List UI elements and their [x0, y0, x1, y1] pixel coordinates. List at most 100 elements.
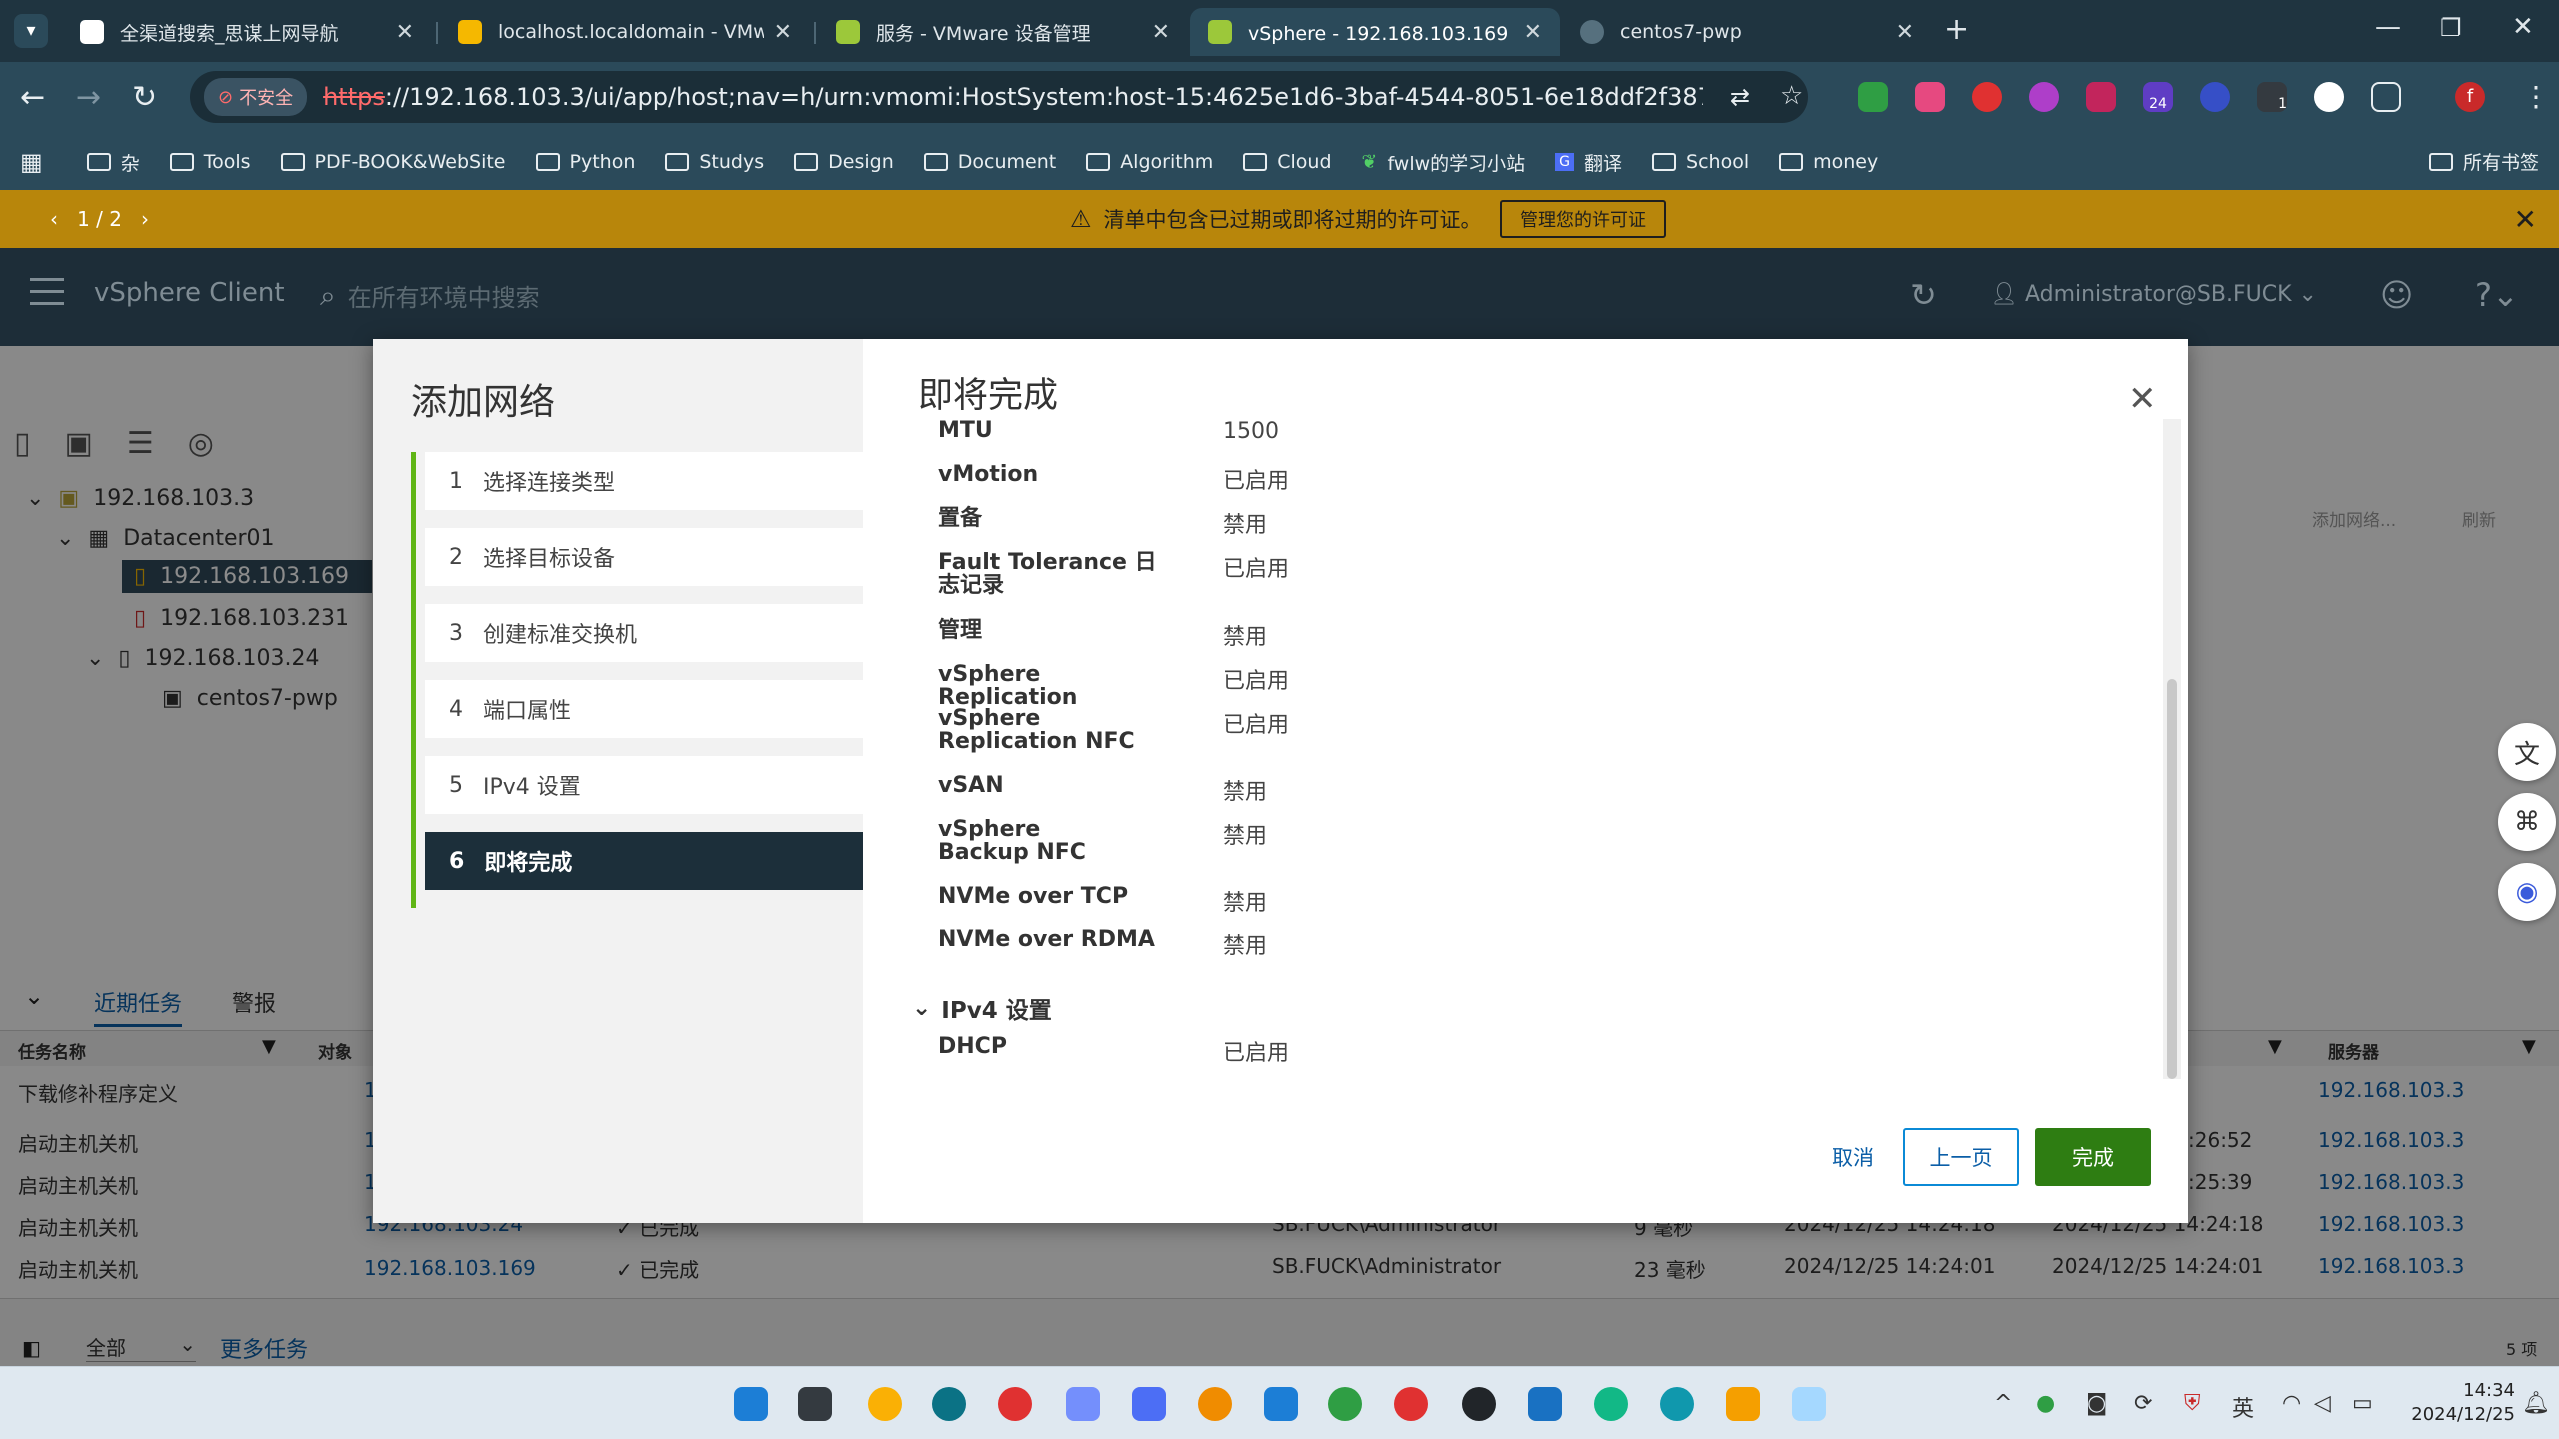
browser-tab-0[interactable]: 全渠道搜索_思谋上网导航 ✕	[62, 8, 432, 56]
url-text[interactable]: https://192.168.103.3/ui/app/host;nav=h/…	[323, 83, 1703, 111]
wechat-icon[interactable]	[1328, 1387, 1362, 1421]
apps-grid-icon[interactable]: ▦	[20, 148, 43, 176]
notification-bell-icon[interactable]: 🔔︎	[2522, 1391, 2550, 1416]
bookmark-3[interactable]: Python	[535, 151, 635, 173]
app-monitor-icon[interactable]	[1792, 1387, 1826, 1421]
summary-scrollbar[interactable]	[2163, 419, 2181, 1079]
extension-badge-icon[interactable]: 24	[2143, 82, 2173, 112]
tray-wechat-icon[interactable]: ●	[2036, 1391, 2055, 1416]
close-tab-icon[interactable]: ✕	[1524, 20, 1542, 45]
scrollbar-thumb[interactable]	[2167, 679, 2177, 1079]
windows-start-icon[interactable]	[734, 1387, 768, 1421]
close-tab-icon[interactable]: ✕	[1896, 20, 1914, 45]
bookmark-12[interactable]: money	[1779, 151, 1878, 173]
app-pinwheel-icon[interactable]	[868, 1387, 902, 1421]
step-2[interactable]: 2 选择目标设备	[425, 528, 863, 586]
bookmark-10[interactable]: G 翻译	[1555, 149, 1622, 176]
volume-icon[interactable]: ◁	[2314, 1391, 2331, 1416]
search-app-icon[interactable]	[1198, 1387, 1232, 1421]
app-star-icon[interactable]	[1264, 1387, 1298, 1421]
app-x-icon[interactable]	[1594, 1387, 1628, 1421]
extension-mail-icon[interactable]: 1	[2257, 82, 2287, 112]
extension-block-icon[interactable]	[2314, 82, 2344, 112]
bookmark-4[interactable]: Studys	[665, 151, 764, 173]
tray-shield-icon[interactable]: ⛨	[2184, 1391, 2201, 1416]
previous-button[interactable]: 上一页	[1903, 1128, 2019, 1186]
more-menu-icon[interactable]: ⋮	[2522, 80, 2550, 113]
extensions-puzzle-icon[interactable]	[2371, 82, 2401, 112]
restore-button[interactable]: ❐	[2440, 14, 2462, 42]
wifi-icon[interactable]: ◠	[2282, 1391, 2301, 1416]
bookmark-9[interactable]: ❦ fwlw的学习小站	[1362, 149, 1526, 176]
bookmark-11[interactable]: School	[1652, 151, 1749, 173]
forward-button[interactable]: →	[76, 80, 101, 115]
apps-float-icon[interactable]: ⌘	[2498, 793, 2556, 851]
task-view-icon[interactable]	[798, 1387, 832, 1421]
translate-float-icon[interactable]: 文	[2498, 723, 2556, 781]
netease-music-icon[interactable]	[1394, 1387, 1428, 1421]
all-bookmarks[interactable]: 所有书签	[2428, 148, 2539, 175]
smiley-icon[interactable]: ☺	[2380, 276, 2413, 314]
tray-overflow-icon[interactable]: ^	[1994, 1391, 2012, 1416]
step-5[interactable]: 5 IPv4 设置	[425, 756, 863, 814]
extension-star-icon[interactable]	[1858, 82, 1888, 112]
step-3[interactable]: 3 创建标准交换机	[425, 604, 863, 662]
tray-camera-icon[interactable]: ◙	[2086, 1391, 2107, 1416]
browser-tab-3[interactable]: vSphere - 192.168.103.169 - 虚 ✕	[1190, 8, 1560, 56]
close-tab-icon[interactable]: ✕	[396, 20, 414, 45]
step-1[interactable]: 1 选择连接类型	[425, 452, 863, 510]
ime-indicator[interactable]: 英	[2232, 1391, 2254, 1423]
browser-tab-4[interactable]: centos7-pwp ✕	[1562, 8, 1932, 56]
vscode-icon[interactable]	[1528, 1387, 1562, 1421]
refresh-icon[interactable]: ↻	[1910, 276, 1937, 314]
reload-button[interactable]: ↻	[132, 80, 157, 115]
vmware-workstation-icon[interactable]	[1726, 1387, 1760, 1421]
extension-minus-icon[interactable]	[2086, 82, 2116, 112]
finish-button[interactable]: 完成	[2035, 1128, 2151, 1186]
browser-tab-2[interactable]: 服务 - VMware 设备管理 ✕	[818, 8, 1188, 56]
app-music-icon[interactable]	[932, 1387, 966, 1421]
edge-icon[interactable]	[1660, 1387, 1694, 1421]
translate-icon[interactable]: ⇄	[1730, 83, 1750, 111]
bookmark-8[interactable]: Cloud	[1243, 151, 1332, 173]
ipv4-section-toggle[interactable]: ⌄ IPv4 设置	[912, 991, 1052, 1025]
close-tab-icon[interactable]: ✕	[774, 20, 792, 45]
help-icon[interactable]: ?⌄	[2475, 276, 2519, 314]
close-window-button[interactable]: ✕	[2512, 12, 2534, 42]
bookmark-star-icon[interactable]: ☆	[1780, 81, 1803, 111]
system-clock[interactable]: 14:34 2024/12/25	[2411, 1379, 2515, 1427]
address-bar[interactable]: ⊘ 不安全 https://192.168.103.3/ui/app/host;…	[190, 71, 1808, 123]
global-search[interactable]: ⌕ 在所有环境中搜索	[320, 278, 540, 313]
bookmark-7[interactable]: Algorithm	[1086, 151, 1213, 173]
app-eye-icon[interactable]	[1462, 1387, 1496, 1421]
minimize-button[interactable]: —	[2375, 12, 2401, 42]
close-icon[interactable]: ✕	[2128, 379, 2157, 419]
tab-list-button[interactable]: ▾	[14, 14, 48, 48]
extension-ghost-icon[interactable]	[2200, 82, 2230, 112]
manage-license-button[interactable]: 管理您的许可证	[1500, 200, 1666, 238]
browser-tab-1[interactable]: localhost.localdomain - VMware ✕	[440, 8, 810, 56]
step-6[interactable]: 6 即将完成	[425, 832, 863, 890]
app-note-icon[interactable]	[1132, 1387, 1166, 1421]
close-tab-icon[interactable]: ✕	[1152, 20, 1170, 45]
tray-sync-icon[interactable]: ⟳	[2134, 1391, 2152, 1416]
chrome-icon[interactable]	[998, 1387, 1032, 1421]
close-icon[interactable]: ✕	[2514, 203, 2537, 236]
extension-translate-icon[interactable]	[1915, 82, 1945, 112]
bookmark-2[interactable]: PDF-BOOK&WebSite	[280, 151, 506, 173]
battery-icon[interactable]: ▭	[2352, 1391, 2373, 1416]
assistant-float-icon[interactable]: ◉	[2498, 863, 2556, 921]
bookmark-1[interactable]: Tools	[169, 151, 251, 173]
back-button[interactable]: ←	[20, 80, 45, 115]
extension-color-icon[interactable]	[2029, 82, 2059, 112]
step-4[interactable]: 4 端口属性	[425, 680, 863, 738]
user-menu[interactable]: 👤︎ Administrator@SB.FUCK ⌄	[1990, 282, 2317, 307]
cancel-button[interactable]: 取消	[1793, 1128, 1913, 1186]
bookmark-0[interactable]: 杂	[86, 149, 140, 176]
insecure-badge[interactable]: ⊘ 不安全	[204, 78, 308, 116]
bookmark-6[interactable]: Document	[923, 151, 1056, 173]
bookmark-5[interactable]: Design	[794, 151, 894, 173]
profile-avatar[interactable]: f	[2455, 82, 2485, 112]
new-tab-button[interactable]: +	[1944, 12, 1969, 47]
hamburger-menu-icon[interactable]	[30, 278, 64, 312]
